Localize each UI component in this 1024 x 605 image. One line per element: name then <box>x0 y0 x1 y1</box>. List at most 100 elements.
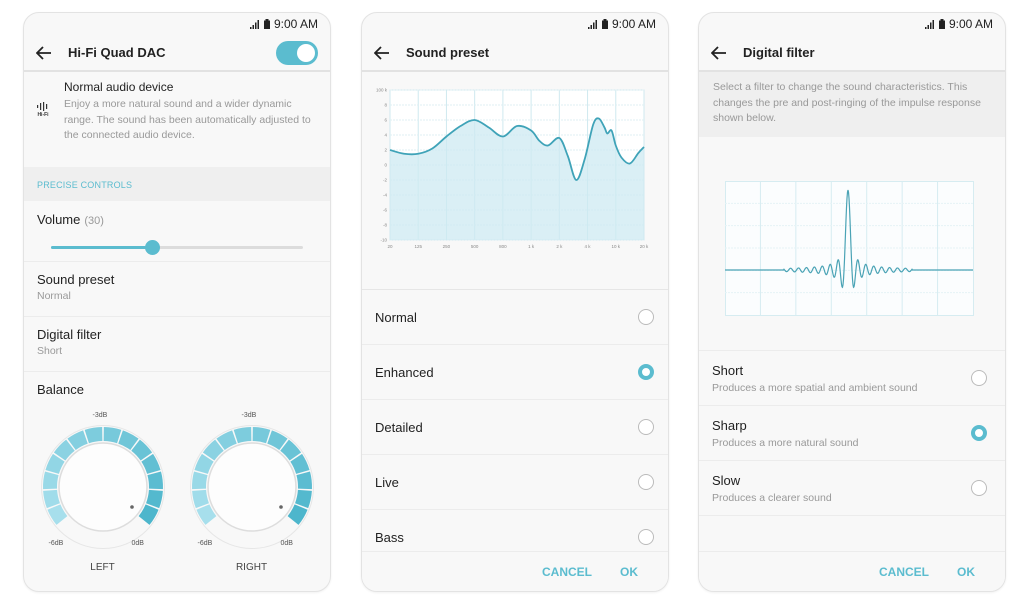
toggle-knob <box>297 44 315 62</box>
knob-segment <box>42 489 60 509</box>
knob-min-label: -6dB <box>197 540 213 547</box>
volume-slider[interactable] <box>51 237 303 257</box>
balance-setting: Balance <box>24 372 330 397</box>
radio-button[interactable] <box>971 425 987 441</box>
hifi-icon: Hi-Fi <box>36 102 50 159</box>
radio-button[interactable] <box>638 474 654 490</box>
option-label: Short <box>712 362 744 378</box>
ok-button[interactable]: OK <box>610 565 648 579</box>
option-label: Live <box>375 474 399 490</box>
y-tick-label: -8 <box>383 223 387 228</box>
y-tick-label: -6 <box>383 208 387 213</box>
hifi-dac-toggle[interactable] <box>276 41 318 65</box>
option-label: Slow <box>712 472 741 488</box>
app-bar: Sound preset <box>362 35 668 72</box>
y-tick-label: 6 <box>384 118 387 123</box>
knob-segment <box>233 427 251 444</box>
radio-button[interactable] <box>638 364 654 380</box>
app-bar: Hi-Fi Quad DAC <box>24 35 330 72</box>
knob-name: LEFT <box>90 562 115 573</box>
filter-option-slow[interactable]: Slow Produces a clearer sound <box>699 461 1005 516</box>
dialog-buttons: CANCEL OK <box>699 551 1005 591</box>
digital-filter-setting[interactable]: Digital filter Short <box>24 317 330 372</box>
digital-filter-label: Digital filter <box>37 327 102 342</box>
sound-preset-screen: 9:00 AM Sound preset 20 125 250 500 800 1 k2 … <box>361 12 669 592</box>
option-description: Produces a more spatial and ambient soun… <box>712 381 918 394</box>
frequency-response-chart: 20 125 250 500 800 1 k2 k4 k 10 k 20 k 100 k8642… <box>362 72 668 290</box>
sound-preset-value: Normal <box>37 290 71 302</box>
filter-option-short[interactable]: Short Produces a more spatial and ambient… <box>699 351 1005 406</box>
volume-value: (30) <box>84 215 104 227</box>
knob-dial[interactable] <box>206 442 297 532</box>
radio-button[interactable] <box>971 370 987 386</box>
x-tick-label: 4 k <box>585 244 592 249</box>
clock: 9:00 AM <box>273 17 318 31</box>
radio-button[interactable] <box>638 419 654 435</box>
x-tick-label: 250 <box>443 244 451 249</box>
sound-preset-label: Sound preset <box>37 272 115 287</box>
signal-icon <box>587 19 598 29</box>
knob-segment <box>42 471 59 490</box>
preset-option-live[interactable]: Live <box>362 455 668 510</box>
knob-dial[interactable] <box>57 442 148 532</box>
sound-preset-setting[interactable]: Sound preset Normal <box>24 262 330 317</box>
option-description: Produces a clearer sound <box>712 491 832 504</box>
knob-top-label: -3dB <box>92 412 108 419</box>
filter-description: Select a filter to change the sound char… <box>699 72 1005 137</box>
status-bar: 9:00 AM <box>699 13 1005 35</box>
x-tick-label: 10 k <box>612 244 621 249</box>
back-arrow-icon[interactable] <box>711 44 729 62</box>
radio-button[interactable] <box>638 309 654 325</box>
y-tick-label: 8 <box>384 103 387 108</box>
back-arrow-icon[interactable] <box>36 44 54 62</box>
radio-button[interactable] <box>638 529 654 545</box>
knob-segment <box>145 489 163 509</box>
knob-indicator-dot <box>129 505 134 509</box>
knob-top-label: -3dB <box>241 412 257 419</box>
y-tick-label: 100 k <box>376 88 388 93</box>
knob-segment <box>295 471 312 490</box>
ok-button[interactable]: OK <box>947 565 985 579</box>
preset-option-normal[interactable]: Normal <box>362 290 668 345</box>
battery-icon <box>938 19 945 29</box>
hifi-quad-dac-screen: 9:00 AM Hi-Fi Quad DAC Hi-Fi Normal audi… <box>23 12 331 592</box>
page-title: Sound preset <box>406 45 490 60</box>
cancel-button[interactable]: CANCEL <box>532 565 602 579</box>
x-tick-label: 125 <box>414 244 422 249</box>
impulse-response-chart <box>699 137 1005 351</box>
status-bar: 9:00 AM <box>24 13 330 35</box>
knob-segment <box>294 489 312 509</box>
dialog-buttons: CANCEL OK <box>362 551 668 591</box>
preset-option-enhanced[interactable]: Enhanced <box>362 345 668 400</box>
x-tick-label: 500 <box>471 244 479 249</box>
volume-setting: Volume (30) <box>24 201 330 262</box>
radio-button[interactable] <box>971 480 987 496</box>
y-tick-label: 0 <box>384 163 387 168</box>
device-info: Hi-Fi Normal audio device Enjoy a more n… <box>24 72 330 167</box>
clock: 9:00 AM <box>948 17 993 31</box>
digital-filter-value: Short <box>37 345 63 357</box>
knob-segment <box>191 471 208 490</box>
x-tick-label: 20 <box>387 244 393 249</box>
page-title: Hi-Fi Quad DAC <box>68 45 166 60</box>
back-arrow-icon[interactable] <box>374 44 392 62</box>
knob-name: RIGHT <box>235 562 268 573</box>
option-label: Enhanced <box>375 364 434 380</box>
balance-knob-right[interactable]: -3dB -6dB 0dB RIGHT <box>187 407 317 577</box>
cancel-button[interactable]: CANCEL <box>869 565 939 579</box>
knob-max-label: 0dB <box>131 540 144 547</box>
y-tick-label: 4 <box>384 133 387 138</box>
page-title: Digital filter <box>743 45 815 60</box>
filter-option-sharp[interactable]: Sharp Produces a more natural sound <box>699 406 1005 461</box>
device-description: Enjoy a more natural sound and a wider d… <box>64 98 311 141</box>
filter-list: Short Produces a more spatial and ambient… <box>699 351 1005 516</box>
battery-icon <box>263 19 270 29</box>
balance-knob-left[interactable]: -3dB -6dB 0dB LEFT <box>38 407 168 577</box>
x-tick-label: 1 k <box>528 244 535 249</box>
slider-thumb[interactable] <box>144 240 160 255</box>
preset-option-detailed[interactable]: Detailed <box>362 400 668 455</box>
y-tick-label: 2 <box>384 148 387 153</box>
y-tick-label: -4 <box>383 193 387 198</box>
knob-max-label: 0dB <box>280 540 293 547</box>
knob-segment <box>84 427 102 444</box>
